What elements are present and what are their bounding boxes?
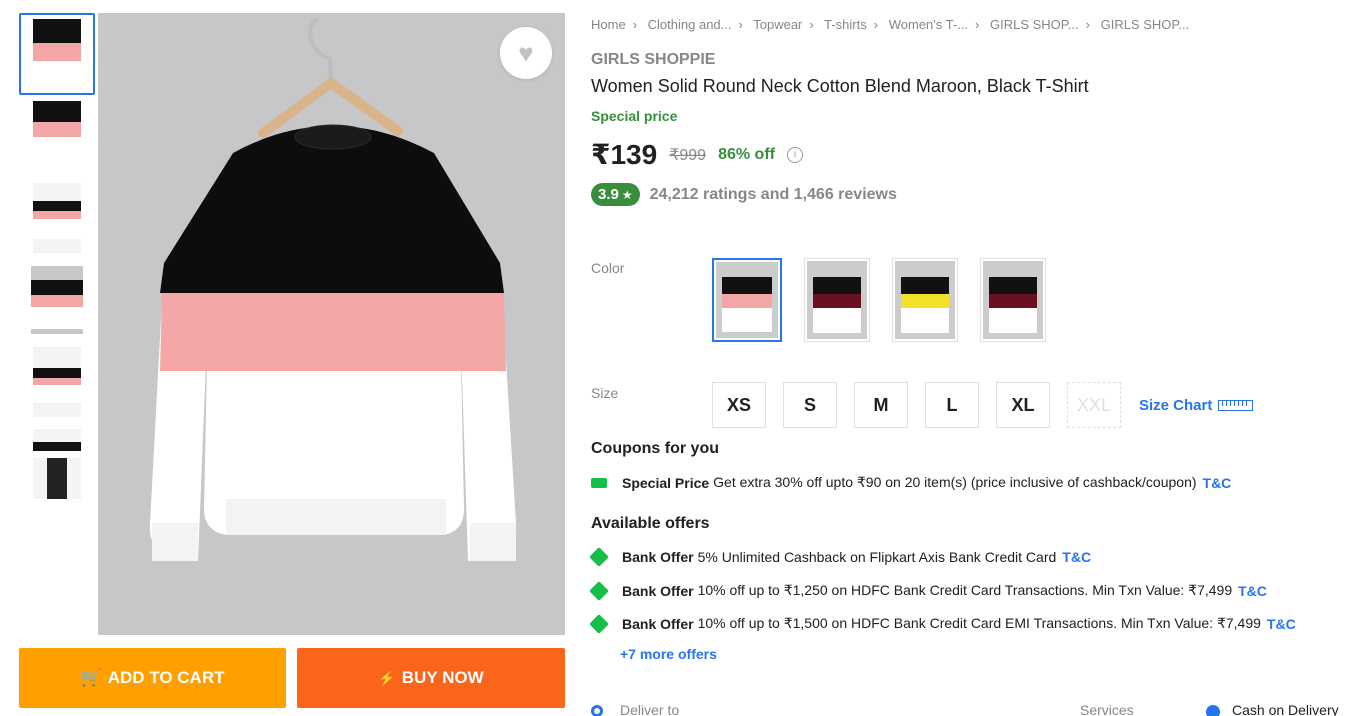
tag-icon <box>589 547 609 567</box>
special-price-label: Special price <box>591 108 678 124</box>
delivery-row: Deliver to Services Cash on Delivery <box>591 702 1350 716</box>
coupons-heading: Coupons for you <box>591 440 719 457</box>
thumbnail-image <box>33 183 81 253</box>
size-m[interactable]: M <box>854 382 908 428</box>
offer-text: 10% off up to ₹1,500 on HDFC Bank Credit… <box>697 615 1261 631</box>
tc-link[interactable]: T&C <box>1062 549 1091 565</box>
tag-icon <box>589 580 609 601</box>
breadcrumb-item[interactable]: Home <box>591 17 626 32</box>
services-label: Services <box>1080 702 1134 716</box>
heart-icon: ♥ <box>518 37 534 68</box>
breadcrumb-item[interactable]: GIRLS SHOP... <box>1101 17 1190 32</box>
brand-name[interactable]: GIRLS SHOPPIE <box>591 51 715 69</box>
coupon-type: Special Price <box>622 474 710 491</box>
rating-badge[interactable]: 3.9 ★ <box>591 183 640 206</box>
size-xl[interactable]: XL <box>996 382 1050 428</box>
thumbnail[interactable] <box>19 13 95 95</box>
size-s[interactable]: S <box>783 382 837 428</box>
color-label: Color <box>591 260 625 276</box>
offer-type: Bank Offer <box>622 615 694 632</box>
product-image[interactable]: ♥ <box>98 13 565 635</box>
offer-item: Bank Offer 10% off up to ₹1,250 on HDFC … <box>589 580 1267 601</box>
thumbnail[interactable] <box>19 177 95 259</box>
more-offers-link[interactable]: +7 more offers <box>620 646 717 662</box>
size-xs[interactable]: XS <box>712 382 766 428</box>
swatch-image <box>983 261 1043 339</box>
thumbnail[interactable] <box>19 423 95 505</box>
swatch-image <box>807 261 867 339</box>
breadcrumb: Home › Clothing and... › Topwear › T-shirts… <box>591 17 1190 32</box>
thumbnail-image <box>33 101 81 171</box>
price-row: ₹139 ₹999 86% off i <box>591 138 803 171</box>
price: ₹139 <box>591 139 658 170</box>
deliver-to-label: Deliver to <box>620 702 680 716</box>
color-swatch[interactable] <box>804 258 870 342</box>
offer-type: Bank Offer <box>622 549 694 565</box>
star-icon: ★ <box>621 187 633 202</box>
swatch-image <box>716 262 778 338</box>
thumbnail-image <box>33 19 81 89</box>
thumbnail-image <box>33 347 81 417</box>
size-chart-label: Size Chart <box>1139 396 1213 414</box>
size-options: XS S M L XL XXL Size Chart <box>712 382 1254 428</box>
breadcrumb-item[interactable]: Topwear <box>753 17 802 32</box>
wishlist-button[interactable]: ♥ <box>500 27 552 79</box>
color-swatch[interactable] <box>892 258 958 342</box>
product-title: Women Solid Round Neck Cotton Blend Maro… <box>591 76 1089 96</box>
location-pin-icon <box>591 705 603 716</box>
sweatshirt-illustration <box>149 17 517 561</box>
mrp: ₹999 <box>669 146 707 164</box>
info-icon[interactable]: i <box>786 146 803 163</box>
cart-icon: 🛒 <box>80 668 102 687</box>
ruler-icon <box>1218 399 1254 411</box>
breadcrumb-item[interactable]: T-shirts <box>824 17 867 32</box>
size-l[interactable]: L <box>925 382 979 428</box>
swatch-image <box>895 261 955 339</box>
breadcrumb-item[interactable]: GIRLS SHOP... <box>990 17 1079 32</box>
size-chart-link[interactable]: Size Chart <box>1139 396 1254 414</box>
tc-link[interactable]: T&C <box>1267 616 1296 632</box>
color-options <box>712 258 1046 342</box>
add-to-cart-button[interactable]: 🛒 ADD TO CART <box>19 648 286 708</box>
color-swatch[interactable] <box>712 258 782 342</box>
thumbnail-image <box>33 429 81 499</box>
bolt-icon: ⚡ <box>378 669 396 686</box>
offer-type: Bank Offer <box>622 582 694 599</box>
thumbnail[interactable] <box>19 341 95 423</box>
thumbnail-image <box>31 266 83 334</box>
breadcrumb-item[interactable]: Clothing and... <box>648 17 732 32</box>
buy-now-button[interactable]: ⚡ BUY NOW <box>297 648 565 708</box>
add-to-cart-label: ADD TO CART <box>107 668 225 687</box>
discount: 86% off <box>718 145 775 163</box>
cod-label: Cash on Delivery <box>1232 702 1339 716</box>
size-xxl: XXL <box>1067 382 1121 428</box>
thumbnail-list <box>19 13 95 505</box>
offers-heading: Available offers <box>591 515 710 532</box>
thumbnail[interactable] <box>19 259 95 341</box>
rating-summary[interactable]: 24,212 ratings and 1,466 reviews <box>650 186 897 204</box>
tc-link[interactable]: T&C <box>1238 583 1267 599</box>
size-label: Size <box>591 385 619 401</box>
thumbnail[interactable] <box>19 95 95 177</box>
coupon-text: Get extra 30% off upto ₹90 on 20 item(s)… <box>713 474 1197 490</box>
offer-text: 10% off up to ₹1,250 on HDFC Bank Credit… <box>697 582 1233 598</box>
coupon-item: Special Price Get extra 30% off upto ₹90… <box>591 474 1231 491</box>
color-swatch[interactable] <box>980 258 1046 342</box>
coupon-icon <box>591 475 607 491</box>
offer-text: 5% Unlimited Cashback on Flipkart Axis B… <box>697 549 1057 565</box>
offer-item: Bank Offer 5% Unlimited Cashback on Flip… <box>589 547 1091 567</box>
offer-item: Bank Offer 10% off up to ₹1,500 on HDFC … <box>589 613 1296 634</box>
tc-link[interactable]: T&C <box>1203 475 1232 491</box>
buy-now-label: BUY NOW <box>401 668 484 687</box>
rating-row: 3.9 ★ 24,212 ratings and 1,466 reviews <box>591 183 897 206</box>
breadcrumb-item[interactable]: Women's T-... <box>889 17 968 32</box>
tag-icon <box>589 613 609 634</box>
rupee-coin-icon <box>1206 705 1220 716</box>
rating-value: 3.9 <box>598 186 619 203</box>
